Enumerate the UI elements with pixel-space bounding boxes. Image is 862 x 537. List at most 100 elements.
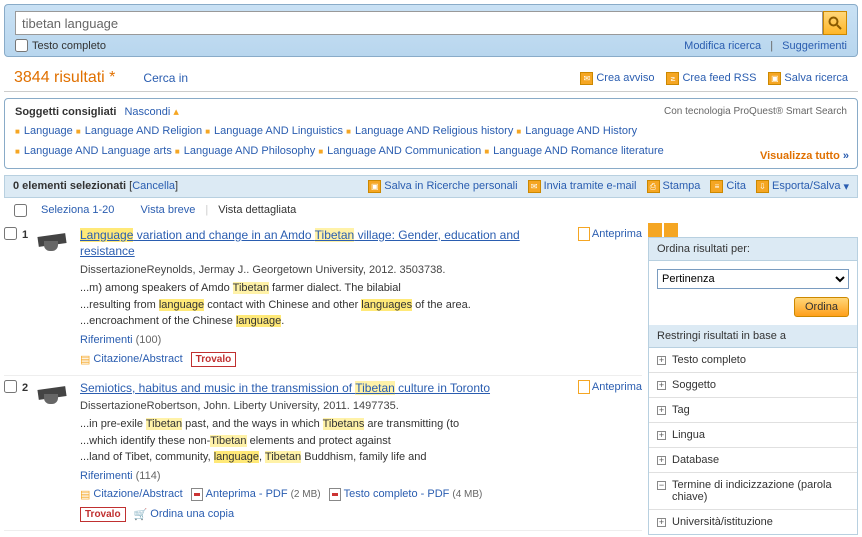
save-personal-link[interactable]: ▣Salva in Ricerche personali bbox=[368, 180, 517, 193]
results-header: 3844 risultati * Cerca in ✉Crea avviso ౽… bbox=[4, 61, 858, 92]
selected-count: 0 elementi selezionati bbox=[13, 180, 126, 192]
suggested-item[interactable]: Language AND Romance literature bbox=[493, 145, 664, 157]
suggested-list: ■Language ■Language AND Religion ■Langua… bbox=[15, 122, 847, 162]
result-meta: DissertazioneRobertson, John. Liberty Un… bbox=[80, 400, 554, 412]
hide-suggested-link[interactable]: Nascondi ▴ bbox=[124, 105, 178, 118]
suggested-item[interactable]: Language AND Religion bbox=[85, 125, 202, 137]
plus-icon: + bbox=[657, 381, 666, 390]
brief-view-link[interactable]: Vista breve bbox=[141, 204, 196, 216]
plus-icon: + bbox=[657, 406, 666, 415]
cite-icon: ≡ bbox=[710, 180, 723, 193]
suggested-item[interactable]: Language bbox=[24, 125, 73, 137]
fulltext-pdf-link[interactable]: Testo completo - PDF (4 MB) bbox=[329, 488, 483, 501]
search-input[interactable] bbox=[15, 11, 823, 35]
minus-icon: − bbox=[657, 481, 666, 490]
bulk-actions-bar: 0 elementi selezionati [Cancella] ▣Salva… bbox=[4, 175, 858, 198]
view-controls: Seleziona 1-20 Vista breve | Vista detta… bbox=[4, 198, 858, 223]
plus-icon: + bbox=[657, 518, 666, 527]
result-snippet: ...m) among speakers of Amdo Tibetan far… bbox=[80, 280, 554, 330]
result-number: 1 bbox=[22, 227, 36, 367]
magnifier-icon bbox=[828, 16, 842, 30]
references-link[interactable]: Riferimenti bbox=[80, 470, 133, 482]
create-rss-link[interactable]: ౽Crea feed RSS bbox=[666, 72, 756, 85]
arrow-up-icon: ▴ bbox=[173, 106, 179, 118]
doc-icon: ▤ bbox=[80, 488, 90, 501]
save-search-link[interactable]: ▣Salva ricerca bbox=[768, 72, 848, 85]
citation-abstract-link[interactable]: ▤ Citazione/Abstract bbox=[80, 353, 183, 366]
facet-item[interactable]: +Soggetto bbox=[649, 372, 857, 397]
select-all-checkbox[interactable] bbox=[14, 204, 27, 217]
preview-link[interactable]: Anteprima bbox=[578, 228, 642, 240]
search-in-link[interactable]: Cerca in bbox=[143, 71, 188, 85]
export-link[interactable]: ⇩Esporta/Salva ▾ bbox=[756, 180, 849, 193]
mail-icon: ✉ bbox=[528, 180, 541, 193]
result-item: 2 Semiotics, habitus and music in the tr… bbox=[4, 376, 642, 531]
side-tab-icon[interactable] bbox=[648, 223, 662, 237]
search-button[interactable] bbox=[823, 11, 847, 35]
facet-item[interactable]: +Lingua bbox=[649, 422, 857, 447]
full-text-checkbox[interactable] bbox=[15, 39, 28, 52]
print-link[interactable]: ⎙Stampa bbox=[647, 180, 701, 193]
result-number: 2 bbox=[22, 380, 36, 522]
trovalo-button[interactable]: Trovalo bbox=[191, 352, 237, 367]
suggested-item[interactable]: Language AND Communication bbox=[327, 145, 481, 157]
plus-icon: + bbox=[657, 431, 666, 440]
facet-item[interactable]: +Testo completo bbox=[649, 348, 857, 372]
suggested-item[interactable]: Language AND Philosophy bbox=[184, 145, 315, 157]
view-all-link[interactable]: Visualizza tutto » bbox=[756, 150, 849, 162]
page-icon bbox=[578, 380, 590, 394]
doc-icon: ▤ bbox=[80, 353, 90, 366]
result-title-link[interactable]: Semiotics, habitus and music in the tran… bbox=[80, 381, 490, 395]
chevron-right-icon: » bbox=[843, 150, 849, 162]
sort-button[interactable]: Ordina bbox=[794, 297, 849, 317]
results-list: 1 Language variation and change in an Am… bbox=[4, 223, 642, 535]
facet-item[interactable]: +Università/istituzione bbox=[649, 509, 857, 534]
cart-icon: 🛒 bbox=[134, 508, 148, 521]
sort-heading: Ordina risultati per: bbox=[649, 238, 857, 261]
full-text-label: Testo completo bbox=[32, 40, 106, 52]
rss-icon: ౽ bbox=[666, 72, 679, 85]
detailed-view-label: Vista dettagliata bbox=[218, 204, 296, 216]
facet-item[interactable]: −Termine di indicizzazione (parola chiav… bbox=[649, 472, 857, 509]
pdf-icon bbox=[329, 488, 341, 501]
suggested-item[interactable]: Language AND History bbox=[525, 125, 637, 137]
result-meta: DissertazioneReynolds, Jermay J.. George… bbox=[80, 264, 554, 276]
suggested-item[interactable]: Language AND Religious history bbox=[355, 125, 513, 137]
select-range-link[interactable]: Seleziona 1-20 bbox=[41, 204, 114, 216]
sort-select[interactable]: Pertinenza bbox=[657, 269, 849, 289]
result-checkbox[interactable] bbox=[4, 227, 17, 240]
suggested-item[interactable]: Language AND Language arts bbox=[24, 145, 172, 157]
preview-link[interactable]: Anteprima bbox=[578, 381, 642, 393]
order-copy-link[interactable]: 🛒 Ordina una copia bbox=[134, 508, 234, 521]
dissertation-icon bbox=[36, 382, 72, 408]
dissertation-icon bbox=[36, 229, 72, 255]
side-tab-icon[interactable] bbox=[664, 223, 678, 237]
citation-abstract-link[interactable]: ▤ Citazione/Abstract bbox=[80, 488, 183, 501]
facet-item[interactable]: +Database bbox=[649, 447, 857, 472]
chevron-down-icon: ▾ bbox=[843, 180, 849, 193]
references-link[interactable]: Riferimenti bbox=[80, 334, 133, 346]
send-email-link[interactable]: ✉Invia tramite e-mail bbox=[528, 180, 637, 193]
export-icon: ⇩ bbox=[756, 180, 769, 193]
facet-item[interactable]: +Tag bbox=[649, 397, 857, 422]
plus-icon: + bbox=[657, 456, 666, 465]
result-checkbox[interactable] bbox=[4, 380, 17, 393]
suggested-item[interactable]: Language AND Linguistics bbox=[214, 125, 343, 137]
page-icon bbox=[578, 227, 590, 241]
suggestions-link[interactable]: Suggerimenti bbox=[782, 40, 847, 52]
results-count: 3844 risultati * bbox=[14, 69, 115, 87]
modify-search-link[interactable]: Modifica ricerca bbox=[684, 40, 761, 52]
sidebar: Ordina risultati per: Pertinenza Ordina … bbox=[648, 223, 858, 535]
cite-link[interactable]: ≡Cita bbox=[710, 180, 746, 193]
create-alert-link[interactable]: ✉Crea avviso bbox=[580, 72, 654, 85]
trovalo-button[interactable]: Trovalo bbox=[80, 507, 126, 522]
preview-pdf-link[interactable]: Anteprima - PDF (2 MB) bbox=[191, 488, 321, 501]
suggested-title: Soggetti consigliati bbox=[15, 106, 116, 118]
facet-list: +Testo completo +Soggetto +Tag +Lingua +… bbox=[649, 348, 857, 534]
result-title-link[interactable]: Language variation and change in an Amdo… bbox=[80, 228, 520, 259]
cancel-selection-link[interactable]: Cancella bbox=[132, 180, 175, 192]
full-text-checkbox-label[interactable]: Testo completo bbox=[15, 39, 106, 52]
pdf-icon bbox=[191, 488, 203, 501]
folder-icon: ▣ bbox=[368, 180, 381, 193]
save-icon: ▣ bbox=[768, 72, 781, 85]
